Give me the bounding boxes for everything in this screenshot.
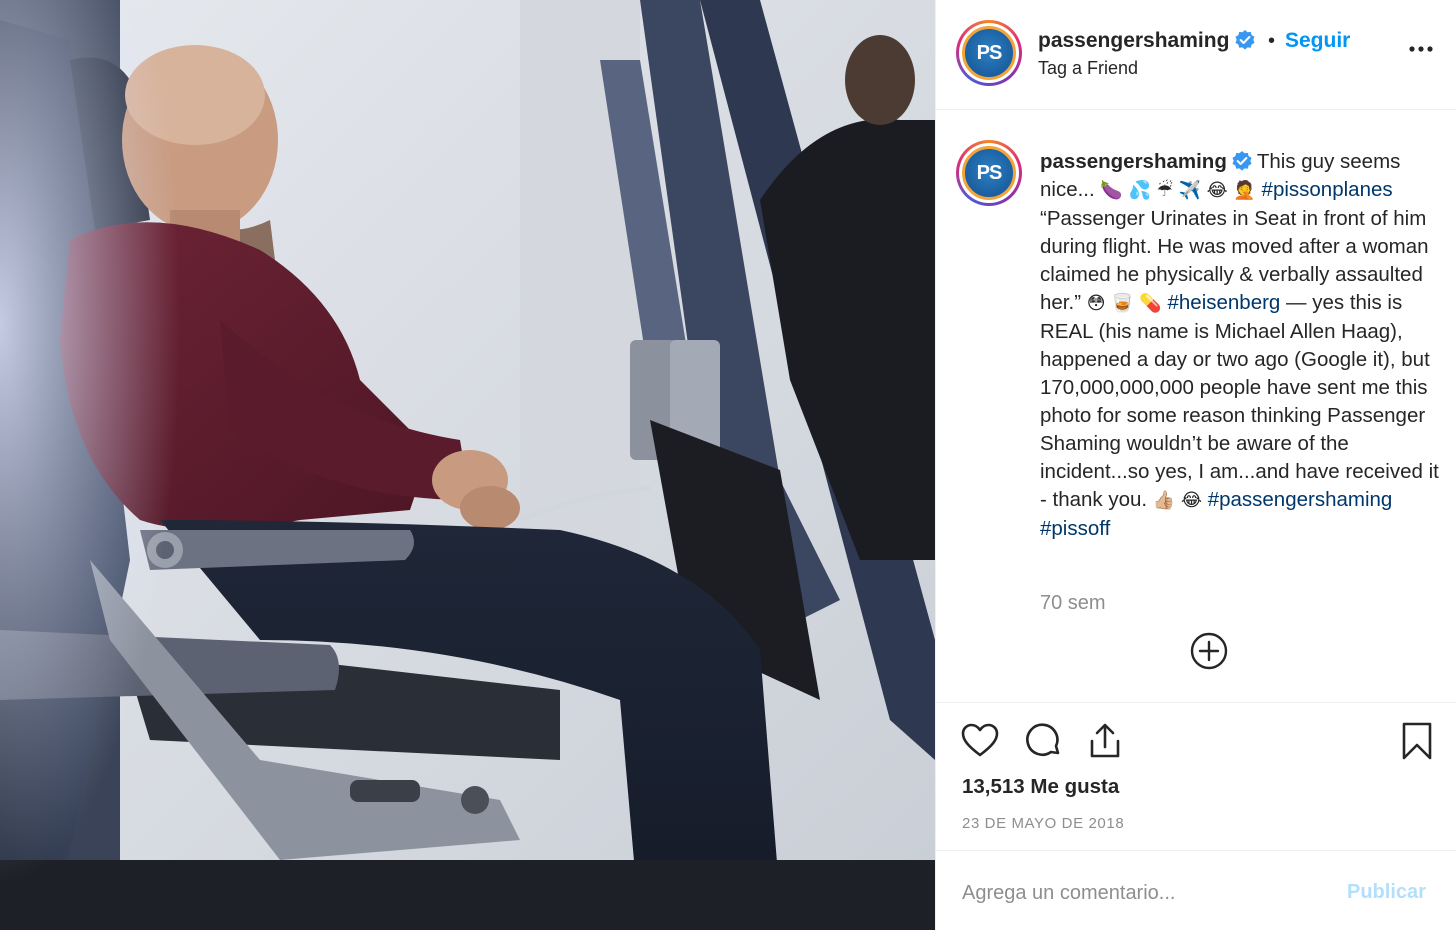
username-link[interactable]: passengershaming (1038, 29, 1255, 53)
bookmark-icon[interactable] (1397, 721, 1437, 761)
caption-username[interactable]: passengershaming (1040, 150, 1227, 173)
follow-button[interactable]: Seguir (1285, 29, 1350, 53)
avatar-logo: PS (962, 26, 1016, 80)
caption-emoji-3: 👍🏼 😂 (1152, 490, 1202, 511)
caption-avatar-logo: PS (962, 146, 1016, 200)
caption-part-3: — yes this is REAL (his name is Michael … (1040, 291, 1439, 511)
verified-badge-icon (1235, 30, 1255, 50)
caption-text: passengershaming This guy seems nice... 🍆… (1040, 148, 1442, 543)
heart-icon[interactable] (960, 721, 1000, 761)
comment-form: Publicar (936, 850, 1456, 930)
more-options-icon[interactable] (1408, 42, 1434, 56)
hashtag-pissonplanes[interactable]: #pissonplanes (1262, 178, 1393, 201)
share-icon[interactable] (1085, 721, 1125, 761)
location-link[interactable]: Tag a Friend (1038, 58, 1138, 79)
publish-button[interactable]: Publicar (1347, 881, 1426, 904)
caption-timestamp[interactable]: 70 sem (1040, 592, 1106, 615)
hashtag-heisenberg[interactable]: #heisenberg (1167, 291, 1280, 314)
post-image (0, 0, 935, 930)
like-count[interactable]: 13,513 Me gusta (962, 775, 1119, 799)
caption-emoji-1: 🍆 💦 ☔ ✈️ 😂 🤦 (1100, 180, 1256, 201)
post-header: PS passengershaming • Seguir Tag a Frien… (936, 0, 1456, 110)
caption-emoji-2: 😳 🥃 💊 (1086, 293, 1162, 314)
caption-avatar[interactable]: PS (956, 140, 1022, 206)
action-bar: 13,513 Me gusta 23 DE MAYO DE 2018 (936, 702, 1456, 850)
avatar[interactable]: PS (956, 20, 1022, 86)
plus-circle-icon[interactable] (1190, 632, 1228, 670)
hashtag-pissoff[interactable]: #pissoff (1040, 517, 1110, 540)
separator-dot: • (1268, 30, 1276, 52)
comments-section: PS passengershaming This guy seems nice..… (936, 110, 1456, 702)
comment-icon[interactable] (1023, 721, 1063, 761)
verified-badge-icon (1232, 151, 1252, 171)
post-photo[interactable] (0, 0, 935, 930)
comment-input[interactable] (962, 875, 1322, 911)
hashtag-passengershaming[interactable]: #passengershaming (1208, 488, 1393, 511)
post-date: 23 DE MAYO DE 2018 (962, 815, 1125, 832)
username-text: passengershaming (1038, 29, 1230, 52)
post-sidebar: PS passengershaming • Seguir Tag a Frien… (935, 0, 1456, 930)
